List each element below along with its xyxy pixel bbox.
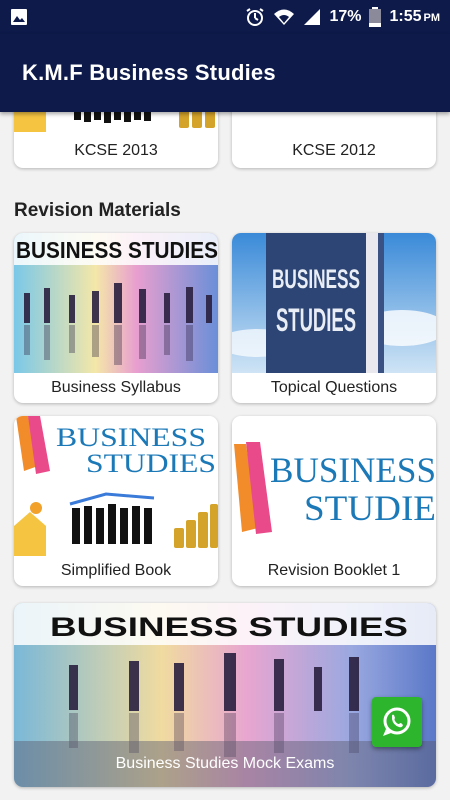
battery-icon	[369, 7, 382, 27]
card-simplified-book[interactable]: BUSINESS STUDIES Simplified Book	[14, 416, 218, 586]
whatsapp-icon	[383, 707, 411, 736]
card-image-text-2: STUDIE	[304, 488, 436, 528]
whatsapp-button[interactable]	[372, 697, 422, 747]
card-image-text: BUSINESS STUDIES	[16, 237, 218, 263]
alarm-icon	[246, 8, 264, 26]
section-title: Revision Materials	[14, 200, 181, 221]
wifi-icon	[274, 9, 295, 25]
card-image: BUSINESS STUDIES	[232, 233, 436, 373]
card-label: Revision Booklet 1	[267, 562, 401, 579]
card-image-text-1: BUSINESS	[270, 450, 436, 490]
app-title: K.M.F Business Studies	[22, 60, 276, 85]
app-bar: K.M.F Business Studies	[0, 34, 450, 112]
card-image-text-2: STUDIES	[276, 302, 356, 338]
signal-icon	[304, 9, 321, 25]
image-icon	[11, 9, 27, 25]
card-image-text-1: BUSINESS	[56, 423, 206, 452]
card-image: BUSINESS STUDIES	[14, 233, 218, 373]
card-label: KCSE 2012	[292, 142, 376, 159]
card-image: BUSINESS STUDIES	[14, 416, 218, 556]
card-kcse-2013[interactable]: KCSE 2013	[14, 112, 218, 168]
card-image-text-1: BUSINESS	[272, 264, 360, 294]
content-scroll[interactable]: KCSE 2013 KCSE 2012 Revision Materials B…	[0, 112, 450, 800]
card-topical-questions[interactable]: BUSINESS STUDIES Topical Questions	[232, 233, 436, 403]
card-label: Simplified Book	[60, 562, 172, 579]
card-revision-booklet-1[interactable]: BUSINESS STUDIE Revision Booklet 1	[232, 416, 436, 586]
banner-label: Business Studies Mock Exams	[14, 741, 436, 787]
card-label: KCSE 2013	[74, 142, 158, 159]
card-business-syllabus[interactable]: BUSINESS STUDIES Business Syllabus	[14, 233, 218, 403]
card-image-text-2: STUDIES	[86, 449, 216, 478]
card-label: Business Syllabus	[51, 379, 181, 396]
card-image	[14, 112, 218, 138]
status-bar: 17% 1:55 PM	[0, 0, 450, 34]
card-kcse-2012[interactable]: KCSE 2012	[232, 112, 436, 168]
banner-image-text: BUSINESS STUDIES	[50, 612, 408, 642]
card-label: Topical Questions	[270, 379, 398, 396]
card-mock-exams[interactable]: BUSINESS STUDIES Business Studies Mock E…	[14, 603, 436, 787]
card-image: BUSINESS STUDIE	[232, 416, 436, 556]
battery-percent: 17%	[329, 8, 362, 25]
clock: 1:55 PM	[389, 8, 440, 25]
